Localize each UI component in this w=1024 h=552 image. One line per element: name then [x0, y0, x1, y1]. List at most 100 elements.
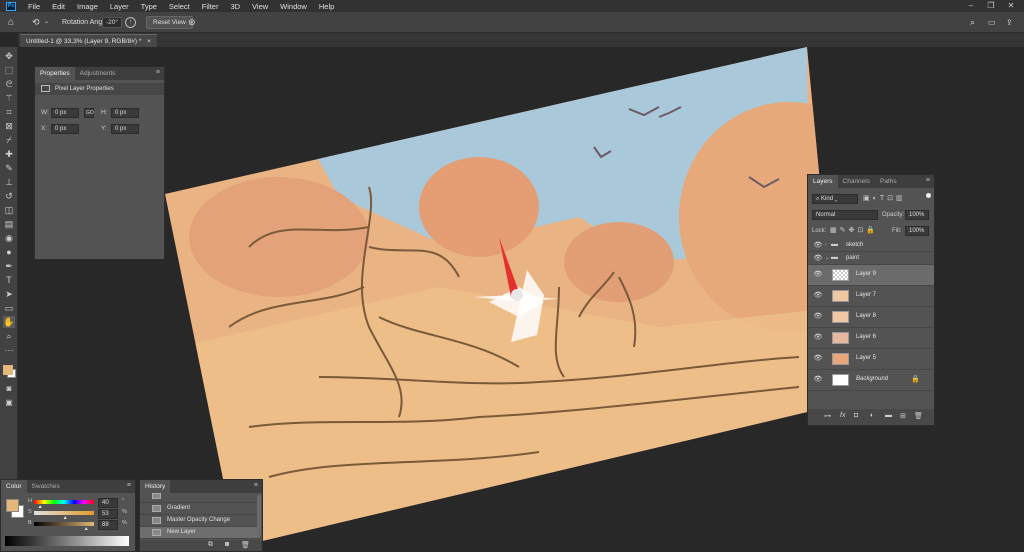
history-row-new-layer[interactable]: New Layer: [140, 527, 260, 539]
layer-row-layer-7[interactable]: 👁 Layer 7: [808, 286, 934, 307]
menu-filter[interactable]: Filter: [196, 2, 225, 11]
blur-tool-icon[interactable]: ◉: [3, 232, 15, 244]
menu-view[interactable]: View: [246, 2, 274, 11]
tab-channels[interactable]: Channels: [838, 175, 875, 188]
chevron-right-icon[interactable]: ›: [825, 242, 827, 248]
layer-row-background[interactable]: 👁 Background 🔒: [808, 370, 934, 391]
menu-image[interactable]: Image: [71, 2, 104, 11]
reset-view-button[interactable]: Reset View: [146, 16, 193, 29]
layer-filter-icons[interactable]: ▣◐T⊡▥: [863, 194, 906, 202]
document-tab[interactable]: Untitled-1 @ 33,3% (Layer 9, RGB/8#) * ×: [20, 34, 157, 47]
magic-wand-tool-icon[interactable]: ⚚: [3, 92, 15, 104]
fill-input[interactable]: 100%: [905, 226, 929, 236]
visibility-eye-icon[interactable]: 👁: [813, 241, 823, 251]
new-layer-icon[interactable]: ⊞: [900, 412, 906, 420]
dodge-tool-icon[interactable]: ●: [3, 246, 15, 258]
menu-3d[interactable]: 3D: [224, 2, 246, 11]
document-tab-close-icon[interactable]: ×: [147, 38, 151, 45]
layer-row-layer-9[interactable]: 👁 Layer 9: [808, 265, 934, 286]
y-input[interactable]: 0 px: [111, 124, 139, 134]
frame-tool-icon[interactable]: ⊠: [3, 120, 15, 132]
visibility-eye-icon[interactable]: 👁: [813, 375, 823, 385]
menu-edit[interactable]: Edit: [46, 2, 71, 11]
properties-panel-menu-icon[interactable]: ≡: [156, 69, 160, 76]
width-input[interactable]: 0 px: [51, 108, 79, 118]
adjustment-layer-icon[interactable]: ◐: [870, 412, 874, 419]
hue-slider[interactable]: [34, 500, 94, 504]
rectangle-tool-icon[interactable]: ▭: [3, 302, 15, 314]
visibility-eye-icon[interactable]: 👁: [813, 291, 823, 301]
brightness-input[interactable]: 88: [98, 520, 118, 530]
search-icon[interactable]: ⌕: [970, 16, 975, 29]
menu-window[interactable]: Window: [274, 2, 313, 11]
color-ramp[interactable]: [5, 536, 129, 546]
menu-file[interactable]: File: [22, 2, 46, 11]
maximize-icon[interactable]: ❐: [986, 1, 996, 11]
history-panel-menu-icon[interactable]: ≡: [254, 482, 258, 489]
move-tool-icon[interactable]: ✥: [3, 50, 15, 62]
delete-state-icon[interactable]: 🗑: [241, 541, 250, 549]
menu-layer[interactable]: Layer: [104, 2, 135, 11]
rotate-all-windows-icon[interactable]: ⊛: [188, 16, 196, 29]
add-mask-icon[interactable]: ◘: [854, 412, 858, 419]
brush-tool-icon[interactable]: ✎: [3, 162, 15, 174]
eyedropper-tool-icon[interactable]: ⌿: [3, 134, 15, 146]
rotation-dial-icon[interactable]: ↑: [125, 17, 136, 28]
menu-select[interactable]: Select: [163, 2, 196, 11]
marquee-tool-icon[interactable]: ⬚: [3, 64, 15, 76]
healing-brush-tool-icon[interactable]: ✚: [3, 148, 15, 160]
link-layers-icon[interactable]: ⊶: [824, 412, 831, 420]
hue-slider-handle[interactable]: ▲: [38, 504, 43, 510]
workspace-icon[interactable]: ▭: [988, 16, 996, 29]
tool-preset-chevron-down-icon[interactable]: ⌄: [44, 16, 49, 29]
lasso-tool-icon[interactable]: ᘓ: [3, 78, 15, 90]
eraser-tool-icon[interactable]: ◫: [3, 204, 15, 216]
foreground-color-swatch[interactable]: [3, 365, 13, 375]
rotation-angle-input[interactable]: -20°: [102, 17, 122, 28]
history-row-gradient[interactable]: Gradient: [140, 503, 260, 515]
link-dimensions-button[interactable]: GO: [84, 108, 94, 118]
gradient-tool-icon[interactable]: ▤: [3, 218, 15, 230]
screen-mode-icon[interactable]: ▣: [3, 397, 15, 409]
tab-swatches[interactable]: Swatches: [27, 480, 65, 493]
path-selection-tool-icon[interactable]: ➤: [3, 288, 15, 300]
rotate-view-tool-icon[interactable]: ⟲: [32, 16, 40, 29]
tab-layers[interactable]: Layers: [808, 175, 838, 188]
share-icon[interactable]: ⇪: [1006, 16, 1013, 29]
blend-mode-select[interactable]: Normal: [812, 210, 878, 220]
home-icon[interactable]: ⌂: [8, 16, 14, 29]
visibility-eye-icon[interactable]: 👁: [813, 254, 823, 264]
quick-mask-icon[interactable]: ◙: [3, 383, 15, 395]
history-row-partial[interactable]: [140, 493, 260, 503]
type-tool-icon[interactable]: T: [3, 274, 15, 286]
pen-tool-icon[interactable]: ✒: [3, 260, 15, 272]
history-row-master-opacity-change[interactable]: Master Opacity Change: [140, 515, 260, 527]
saturation-slider-handle[interactable]: ▲: [63, 515, 68, 521]
history-brush-tool-icon[interactable]: ↺: [3, 190, 15, 202]
visibility-eye-icon[interactable]: 👁: [813, 270, 823, 280]
more-tools-icon[interactable]: ⋯: [3, 344, 15, 356]
height-input[interactable]: 0 px: [111, 108, 139, 118]
chevron-down-icon[interactable]: ⌄: [825, 255, 829, 261]
tab-adjustments[interactable]: Adjustments: [75, 67, 121, 80]
history-scrollbar[interactable]: [257, 495, 261, 537]
delete-layer-icon[interactable]: 🗑: [914, 412, 923, 420]
layers-panel-menu-icon[interactable]: ≡: [926, 177, 930, 184]
hue-input[interactable]: 40: [98, 498, 118, 508]
saturation-input[interactable]: 53: [98, 509, 118, 519]
layer-row-layer-5[interactable]: 👁 Layer 5: [808, 349, 934, 370]
camera-snapshot-icon[interactable]: ◙: [225, 541, 229, 548]
minimize-icon[interactable]: –: [966, 1, 976, 11]
color-panel-menu-icon[interactable]: ≡: [127, 482, 131, 489]
filter-toggle-icon[interactable]: [926, 193, 931, 198]
lock-options-icons[interactable]: ▦✎✥⊡🔒: [830, 226, 878, 234]
visibility-eye-icon[interactable]: 👁: [813, 354, 823, 364]
tab-history[interactable]: History: [140, 480, 171, 493]
visibility-eye-icon[interactable]: 👁: [813, 312, 823, 322]
crop-tool-icon[interactable]: ⌗: [3, 106, 15, 118]
layer-group-sketch[interactable]: 👁 › ▬ sketch: [808, 239, 934, 252]
visibility-eye-icon[interactable]: 👁: [813, 333, 823, 343]
layer-row-layer-8[interactable]: 👁 Layer 8: [808, 307, 934, 328]
menu-type[interactable]: Type: [135, 2, 163, 11]
tab-properties[interactable]: Properties: [35, 67, 75, 80]
